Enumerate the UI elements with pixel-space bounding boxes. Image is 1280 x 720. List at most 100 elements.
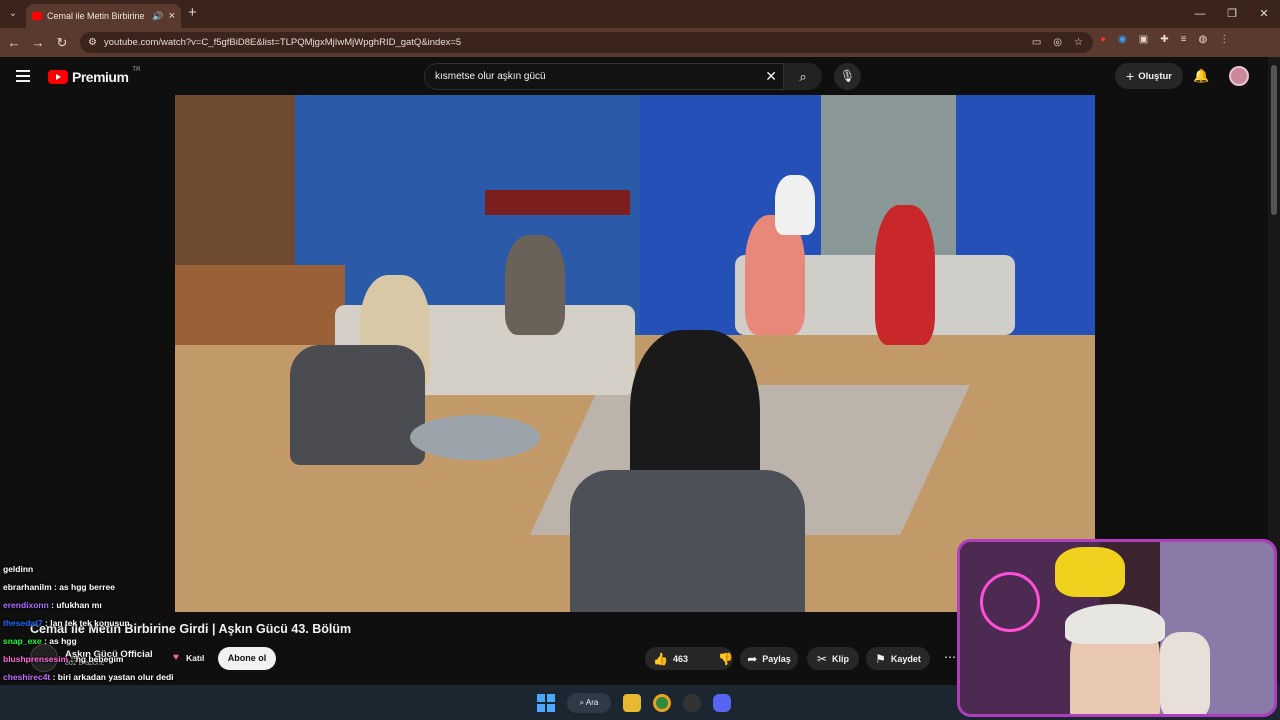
chat-line: erendixonn : ufukhan mı — [3, 600, 102, 610]
discord-icon[interactable] — [713, 694, 731, 712]
window-controls: — ❐ ✕ — [1184, 0, 1280, 28]
new-tab-icon[interactable]: + — [188, 4, 197, 21]
forward-icon[interactable]: → — [26, 35, 50, 50]
reload-icon[interactable]: ↻ — [50, 35, 74, 51]
subscribe-button[interactable]: Abone ol — [218, 647, 276, 670]
scene-shelf — [175, 95, 295, 270]
clip-button[interactable]: ✂ Klip — [807, 647, 859, 670]
restore-icon[interactable]: ❐ — [1216, 0, 1248, 28]
minimize-icon[interactable]: — — [1184, 0, 1216, 28]
puzzle-icon[interactable]: ✚ — [1160, 34, 1168, 45]
file-explorer-icon[interactable] — [623, 694, 641, 712]
bookmark-star-icon[interactable]: ☆ — [1074, 32, 1083, 53]
scene-person — [505, 235, 565, 335]
taskbar-search[interactable]: ⌕ Ara — [567, 693, 611, 713]
create-label: Oluştur — [1138, 70, 1172, 82]
chrome-icon[interactable] — [653, 694, 671, 712]
region-code: TR — [132, 67, 141, 73]
youtube-play-icon — [48, 70, 68, 84]
tab-title: Cemal ile Metin Birbirine Gi — [47, 11, 148, 21]
search-input[interactable]: kısmetse olur aşkın gücü ✕ — [424, 63, 784, 90]
chat-line: blushprensesim : hg bebegim — [3, 654, 123, 664]
chat-username: cheshirec4t — [3, 672, 51, 682]
chat-line: cheshirec4t : biri arkadan yastan olur d… — [3, 672, 174, 682]
chat-line: geldinn — [3, 564, 33, 574]
streamer-arm — [1160, 632, 1210, 714]
save-button[interactable]: ⚑ Kaydet — [866, 647, 930, 670]
scene-side-table — [410, 415, 540, 460]
clear-search-icon[interactable]: ✕ — [765, 64, 777, 89]
video-player[interactable] — [175, 95, 1095, 612]
logo-text: Premium — [72, 69, 129, 85]
extension-icon[interactable]: ▣ — [1139, 34, 1148, 45]
thumbs-up-icon: 👍 — [653, 651, 668, 666]
voice-search-button[interactable]: 🎙 — [834, 63, 861, 90]
microphone-icon: 🎙 — [839, 69, 856, 83]
streamer-webcam — [957, 539, 1277, 717]
scene-person — [875, 205, 935, 345]
chat-message: : biri arkadan yastan olur dedi — [50, 672, 174, 682]
heart-icon: ♥ — [173, 652, 179, 663]
browser-tab[interactable]: Cemal ile Metin Birbirine Gi 🔊 × — [26, 4, 181, 28]
chat-username: thesedat7 — [3, 618, 43, 628]
chat-line: ebrarhanilm : as hgg berree — [3, 582, 115, 592]
scene-chair — [290, 345, 425, 465]
record-extension-icon[interactable]: ● — [1100, 34, 1106, 45]
scene-pool-table — [485, 190, 630, 215]
back-icon[interactable]: ← — [2, 35, 26, 50]
user-avatar[interactable] — [1229, 66, 1249, 86]
youtube-premium-logo[interactable]: Premium TR — [48, 67, 141, 85]
share-button[interactable]: ➦ Paylaş — [740, 647, 798, 670]
audio-extension-icon[interactable]: ◉ — [1118, 34, 1127, 45]
chat-message: : hg bebegim — [68, 654, 124, 664]
windows-start-icon[interactable] — [537, 694, 555, 712]
taskbar-search-label: Ara — [585, 698, 599, 707]
tab-search-icon[interactable]: ⌄ — [5, 6, 21, 22]
save-label: Kaydet — [890, 653, 921, 664]
create-button[interactable]: + Oluştur — [1115, 63, 1183, 89]
youtube-favicon-icon — [32, 12, 42, 20]
join-button[interactable]: ♥ Katıl — [170, 647, 208, 669]
eye-off-icon[interactable]: ◎ — [1053, 32, 1062, 53]
chat-message: : ufukhan mı — [48, 600, 102, 610]
browser-tab-bar: ⌄ Cemal ile Metin Birbirine Gi 🔊 × + — ❐… — [0, 0, 1280, 28]
bookmark-icon: ⚑ — [875, 651, 886, 666]
like-button[interactable]: 👍 463 👎 — [645, 647, 733, 670]
share-icon: ➦ — [747, 651, 758, 666]
close-window-icon[interactable]: ✕ — [1248, 0, 1280, 28]
hamburger-menu-icon[interactable] — [16, 70, 30, 85]
profile-icon[interactable]: ◍ — [1198, 34, 1207, 45]
close-tab-icon[interactable]: × — [169, 10, 175, 22]
search-button[interactable]: ⌕ — [784, 63, 822, 90]
clip-label: Klip — [832, 653, 850, 664]
chat-message: : lan tek tek konusun — [42, 618, 130, 628]
search-icon: ⌕ — [799, 69, 807, 84]
chat-username: ebrarhanilm — [3, 582, 52, 592]
streamer-hair — [1065, 604, 1165, 644]
chat-message: : as hgg berree — [51, 582, 115, 592]
scene-chair-front — [570, 470, 805, 612]
share-label: Paylaş — [762, 653, 791, 664]
chat-line: thesedat7 : lan tek tek konusun — [3, 618, 130, 628]
speaker-icon[interactable]: 🔊 — [152, 11, 163, 22]
browser-menu-icon[interactable]: ⋮ — [1219, 34, 1229, 45]
obs-icon[interactable] — [683, 694, 701, 712]
thumbs-down-icon[interactable]: 👎 — [718, 652, 733, 666]
chat-line: snap_exe : as hgg — [3, 636, 77, 646]
address-bar[interactable]: ⚙ youtube.com/watch?v=C_f5gfBiD8E&list=T… — [80, 32, 1093, 53]
extensions-bar: ● ◉ ▣ ✚ ≡ ◍ ⋮ — [1100, 34, 1229, 45]
chat-message: : as hgg — [41, 636, 77, 646]
site-info-icon[interactable]: ⚙ — [88, 32, 97, 53]
scene-counter — [175, 265, 345, 345]
chat-username: blushprensesim — [3, 654, 69, 664]
like-count: 463 — [672, 653, 688, 664]
neon-sign — [980, 572, 1040, 632]
search-value: kısmetse olur aşkın gücü — [435, 71, 546, 82]
scissors-icon: ✂ — [816, 651, 828, 666]
scrollbar-thumb[interactable] — [1271, 65, 1277, 215]
join-label: Katıl — [186, 653, 205, 663]
plush-toy — [1055, 547, 1125, 597]
notifications-bell-icon[interactable]: 🔔 — [1193, 68, 1209, 84]
media-icon[interactable]: ≡ — [1181, 34, 1187, 45]
cast-icon[interactable]: ▭ — [1032, 32, 1041, 53]
